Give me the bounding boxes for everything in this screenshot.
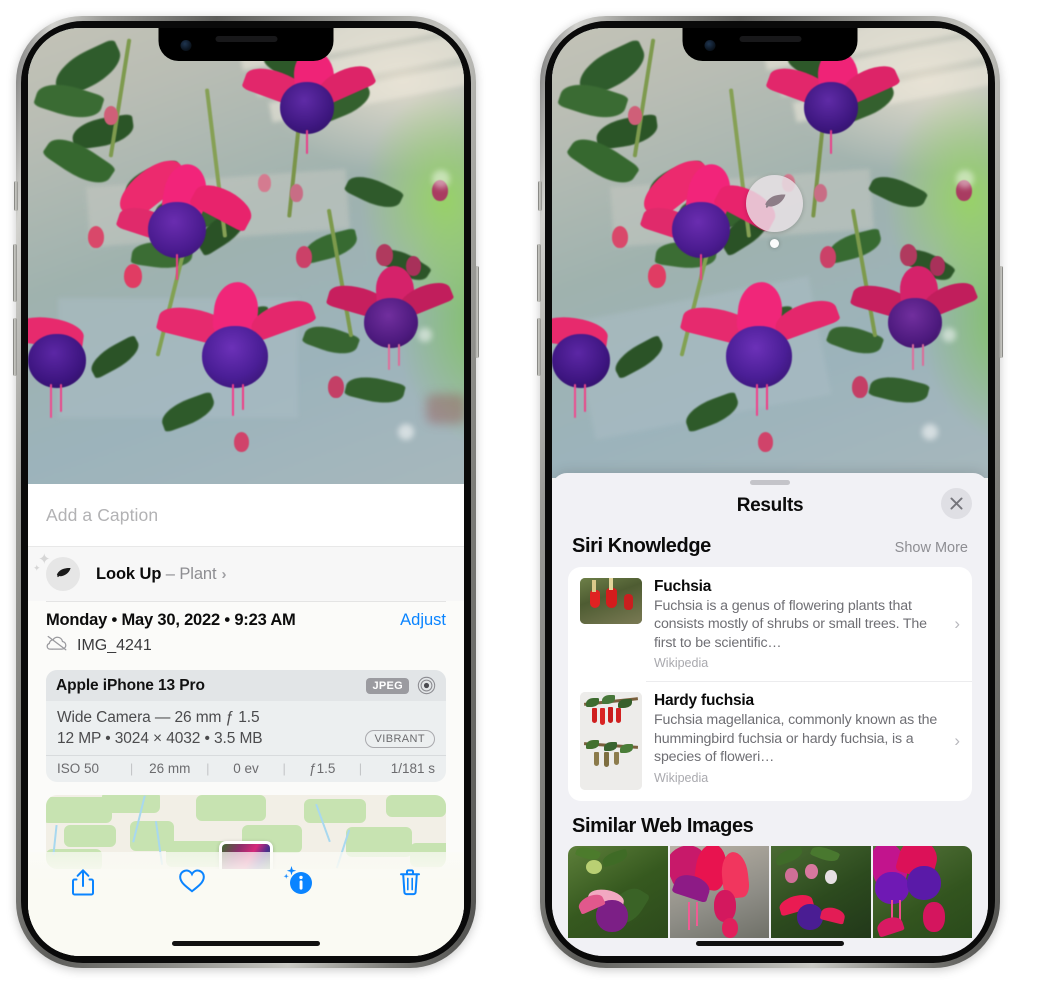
knowledge-row[interactable]: Fuchsia Fuchsia is a genus of flowering … xyxy=(568,567,972,681)
phone-right: Results Siri Knowledge Show More Fuchsia… xyxy=(537,16,1003,968)
share-button[interactable] xyxy=(28,868,137,897)
web-image-thumbnail[interactable] xyxy=(669,846,769,939)
visual-lookup-badge[interactable] xyxy=(746,175,803,232)
silence-switch[interactable] xyxy=(14,181,18,211)
sparkle-small-icon: ✦ xyxy=(33,563,41,573)
camera-info-card[interactable]: Apple iPhone 13 Pro JPEG Wide Camera — 2… xyxy=(46,670,446,782)
exif-exposure-comp: 0 ev xyxy=(233,761,259,776)
web-image-thumbnail[interactable] xyxy=(568,846,668,939)
results-header: Results xyxy=(552,485,988,527)
knowledge-body: Hardy fuchsia Fuchsia magellanica, commo… xyxy=(654,692,960,790)
favorite-button[interactable] xyxy=(137,868,246,894)
look-up-dash: – xyxy=(165,564,175,583)
info-button[interactable] xyxy=(246,866,355,898)
volume-down-button[interactable] xyxy=(13,318,17,376)
knowledge-description: Fuchsia magellanica, commonly known as t… xyxy=(654,712,938,766)
exif-iso: ISO 50 xyxy=(57,761,100,776)
screen-left: Add a Caption ✦ ✦ Look Up – Plant › Mond… xyxy=(28,28,464,956)
camera-lens-line: Wide Camera — 26 mm ƒ 1.5 xyxy=(57,709,260,726)
photo-metadata-block: Monday • May 30, 2022 • 9:23 AM Adjust I… xyxy=(28,601,464,656)
close-button[interactable] xyxy=(941,488,972,519)
knowledge-title: Hardy fuchsia xyxy=(654,692,754,710)
chevron-right-icon: › xyxy=(221,565,227,583)
chevron-right-icon: › xyxy=(954,731,960,751)
delete-button[interactable] xyxy=(355,868,464,896)
knowledge-description: Fuchsia is a genus of flowering plants t… xyxy=(654,598,927,651)
heart-icon xyxy=(178,869,205,893)
photographic-style-badge: VIBRANT xyxy=(364,730,435,748)
camera-spec-line: 12 MP • 3024 × 4032 • 3.5 MB xyxy=(57,730,263,747)
phone-left: Add a Caption ✦ ✦ Look Up – Plant › Mond… xyxy=(13,16,479,968)
caption-field-row[interactable]: Add a Caption xyxy=(28,484,464,546)
volume-up-button[interactable] xyxy=(537,244,541,302)
photo-viewer-left[interactable] xyxy=(28,28,464,484)
show-more-button[interactable]: Show More xyxy=(895,540,968,556)
camera-card-body: Wide Camera — 26 mm ƒ 1.5 12 MP • 3024 ×… xyxy=(46,701,446,755)
share-icon xyxy=(71,869,94,896)
knowledge-source: Wikipedia xyxy=(654,656,709,671)
similar-web-images-header: Similar Web Images xyxy=(552,801,988,846)
exif-row: ISO 50 | 26 mm | 0 ev | ƒ1.5 | 1/181 s xyxy=(46,755,446,782)
knowledge-row[interactable]: Hardy fuchsia Fuchsia magellanica, commo… xyxy=(568,681,972,801)
front-camera-icon xyxy=(704,40,716,51)
trash-icon xyxy=(399,869,420,896)
screen-right: Results Siri Knowledge Show More Fuchsia… xyxy=(552,28,988,956)
notch xyxy=(158,28,334,61)
close-icon xyxy=(950,497,963,510)
home-indicator[interactable] xyxy=(696,941,844,946)
knowledge-title: Fuchsia xyxy=(654,578,712,595)
home-indicator[interactable] xyxy=(172,941,320,946)
visual-lookup-anchor-dot xyxy=(770,239,779,248)
web-image-thumbnail[interactable] xyxy=(872,846,972,939)
similar-web-images-title: Similar Web Images xyxy=(572,815,754,838)
look-up-text: Look Up xyxy=(96,564,162,583)
volume-up-button[interactable] xyxy=(13,244,17,302)
photo-date: Monday • May 30, 2022 • 9:23 AM xyxy=(46,611,296,629)
knowledge-thumbnail xyxy=(580,692,642,791)
power-button[interactable] xyxy=(475,266,479,358)
earpiece-speaker xyxy=(215,36,277,42)
photo-filename: IMG_4241 xyxy=(77,636,152,654)
siri-knowledge-header: Siri Knowledge Show More xyxy=(552,527,988,567)
leaf-icon xyxy=(764,194,785,208)
notch xyxy=(682,28,858,61)
chevron-right-icon: › xyxy=(954,614,960,634)
leaf-icon: ✦ ✦ xyxy=(33,552,80,591)
look-up-plant-row[interactable]: ✦ ✦ Look Up – Plant › xyxy=(28,546,464,601)
silence-switch[interactable] xyxy=(538,181,542,211)
web-image-thumbnail[interactable] xyxy=(771,846,871,939)
photo-info-sheet: Add a Caption ✦ ✦ Look Up – Plant › Mond… xyxy=(28,484,464,956)
exif-shutter-speed: 1/181 s xyxy=(390,761,436,776)
adjust-button[interactable]: Adjust xyxy=(400,611,446,630)
camera-model: Apple iPhone 13 Pro xyxy=(56,676,205,694)
front-camera-icon xyxy=(180,40,192,51)
siri-knowledge-card: Fuchsia Fuchsia is a genus of flowering … xyxy=(568,567,972,802)
camera-card-header: Apple iPhone 13 Pro JPEG xyxy=(46,670,446,701)
similar-web-images-grid xyxy=(552,846,988,939)
knowledge-thumbnail xyxy=(580,578,642,624)
photo-viewer-right[interactable] xyxy=(552,28,988,478)
exif-focal-length: 26 mm xyxy=(149,761,191,776)
caption-placeholder: Add a Caption xyxy=(46,504,159,525)
earpiece-speaker xyxy=(739,36,801,42)
knowledge-source: Wikipedia xyxy=(654,770,709,785)
volume-down-button[interactable] xyxy=(537,318,541,376)
info-sparkle-icon xyxy=(283,866,316,898)
look-up-subject: Plant xyxy=(179,564,217,583)
look-up-label: Look Up – Plant xyxy=(96,564,217,584)
results-sheet: Results Siri Knowledge Show More Fuchsia… xyxy=(552,473,988,956)
knowledge-body: Fuchsia Fuchsia is a genus of flowering … xyxy=(654,578,960,670)
cloud-slash-icon xyxy=(46,635,68,656)
hdr-target-icon xyxy=(417,676,436,695)
format-badge: JPEG xyxy=(366,677,409,694)
siri-knowledge-title: Siri Knowledge xyxy=(572,535,711,557)
power-button[interactable] xyxy=(999,266,1003,358)
exif-aperture: ƒ1.5 xyxy=(309,761,336,776)
results-title: Results xyxy=(736,495,804,516)
